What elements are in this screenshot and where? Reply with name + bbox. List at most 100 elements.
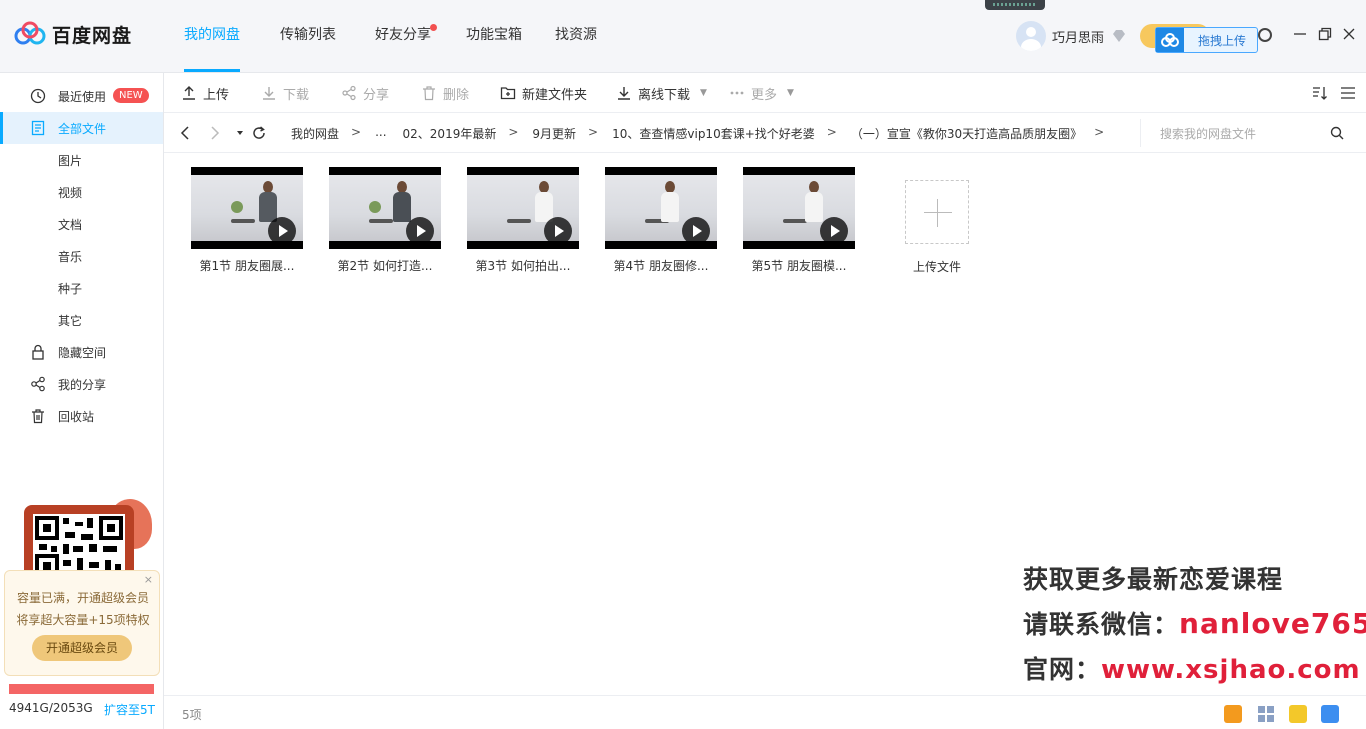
download-icon [263,87,275,100]
video-thumbnail [743,167,855,249]
watermark-line-1: 获取更多最新恋爱课程 [1023,565,1284,594]
drag-upload-label: 拖拽上传 [1198,33,1247,48]
sidebar-item-label: 我的分享 [58,377,107,392]
breadcrumb-item[interactable]: 10、查查情感vip10套课+找个好老婆 [612,125,815,142]
sidebar-item-hidden-space[interactable]: 隐藏空间 [0,336,163,368]
sidebar-item-others[interactable]: 其它 [0,304,163,336]
history-dropdown-icon[interactable] [232,125,248,141]
upload-button[interactable]: 上传 [181,84,229,103]
video-file-item[interactable]: 第2节 如何打造... [329,167,441,274]
sidebar-item-torrents[interactable]: 种子 [0,272,163,304]
nav-tab-friend-share[interactable]: 好友分享 [359,0,447,72]
breadcrumb: 我的网盘 > ... 02、2019年最新 > 9月更新 > 10、查查情感vi… [291,125,1118,142]
sidebar-item-my-shares[interactable]: 我的分享 [0,368,163,400]
file-name: 第2节 如何打造... [337,259,433,273]
expand-storage-link[interactable]: 扩容至5T [104,701,155,718]
nav-tab-transfer-list[interactable]: 传输列表 [264,0,352,72]
forward-arrow-icon[interactable] [206,125,222,141]
breadcrumb-separator: > [508,125,519,139]
refresh-icon[interactable] [251,125,267,141]
sidebar-item-videos[interactable]: 视频 [0,176,163,208]
username[interactable]: 巧月思雨 [1052,27,1104,46]
close-icon[interactable] [1341,26,1357,42]
vip-diamond-icon[interactable] [1112,29,1126,43]
list-view-icon[interactable] [1340,85,1356,101]
new-folder-button[interactable]: 新建文件夹 [500,84,587,103]
user-menu[interactable]: 巧月思雨 [1016,21,1126,51]
share-label: 分享 [363,87,390,103]
nav-tab-find-resources[interactable]: 找资源 [539,0,613,72]
drag-upload-button[interactable]: 拖拽上传 [1155,27,1258,53]
play-icon [268,217,296,245]
lock-icon [32,344,44,360]
breadcrumb-item-current[interactable]: （一）宣宣《教你30天打造高品质朋友圈》 [851,125,1082,142]
video-file-item[interactable]: 第5节 朋友圈模... [743,167,855,274]
watermark-wechat-id: nanlove765 [1179,607,1366,640]
sidebar-item-label: 种子 [58,281,83,296]
sort-icon[interactable] [1312,85,1328,101]
upload-arrow-icon[interactable] [1289,705,1307,723]
video-file-item[interactable]: 第4节 朋友圈修... [605,167,717,274]
search-input[interactable]: 搜索我的网盘文件 [1160,125,1256,142]
restore-icon[interactable] [1317,26,1333,42]
chevron-down-icon[interactable]: ▼ [787,88,794,98]
breadcrumb-item[interactable]: 9月更新 [532,125,576,142]
flower-vase [231,201,243,213]
share-button[interactable]: 分享 [341,84,390,103]
sidebar-item-label: 最近使用 [58,89,107,104]
breadcrumb-item[interactable]: 02、2019年最新 [403,125,497,142]
flower-vase [369,201,381,213]
video-file-item[interactable]: 第3节 如何拍出... [467,167,579,274]
side-table [783,219,807,223]
file-name: 第4节 朋友圈修... [613,259,709,273]
settings-icon[interactable] [1258,28,1272,42]
sidebar-item-all-files[interactable]: 全部文件 [0,112,163,144]
video-file-item[interactable]: 第1节 朋友圈展... [191,167,303,274]
download-button[interactable]: 下载 [261,84,309,103]
offline-download-button[interactable]: 离线下载 ▼ [616,84,707,103]
search-icon[interactable] [1330,126,1344,140]
file-name: 第1节 朋友圈展... [199,259,295,273]
medal-icon[interactable] [1224,705,1242,723]
sidebar: 最近使用 NEW 全部文件 图片 视频 文档 音乐 种子 其它 隐藏空间 我的分… [0,73,164,729]
document-icon [31,120,45,136]
minimize-icon[interactable] [1292,26,1308,42]
lock-icon[interactable] [1321,705,1339,723]
sidebar-item-recent[interactable]: 最近使用 NEW [0,80,163,112]
sidebar-item-docs[interactable]: 文档 [0,208,163,240]
sidebar-item-recycle-bin[interactable]: 回收站 [0,400,163,432]
presenter-figure [661,181,679,233]
breadcrumb-item[interactable]: ... [375,125,386,142]
breadcrumb-item[interactable]: 我的网盘 [291,125,339,142]
promo-close-button[interactable]: × [144,573,153,586]
play-icon [544,217,572,245]
sidebar-item-music[interactable]: 音乐 [0,240,163,272]
promo-text-line2: 将享超大容量+15项特权 [16,613,150,627]
promo-text-line1: 容量已满，开通超级会员 [16,591,149,605]
watermark-site-url: www.xsjhao.com [1101,655,1361,685]
upgrade-vip-button[interactable]: 开通超级会员 [32,635,132,661]
video-thumbnail [467,167,579,249]
back-arrow-icon[interactable] [178,125,194,141]
upload-file-tile[interactable] [905,180,969,244]
delete-button[interactable]: 删除 [421,84,469,103]
app-logo[interactable]: 百度网盘 [14,20,132,48]
share-icon [342,85,356,101]
more-button[interactable]: 更多 ▼ [729,84,794,103]
storage-quota-bar [9,684,154,694]
upload-file-label: 上传文件 [912,260,961,274]
video-thumbnail [191,167,303,249]
sidebar-item-images[interactable]: 图片 [0,144,163,176]
avatar[interactable] [1016,21,1046,51]
video-thumbnail [329,167,441,249]
nav-tab-toolbox[interactable]: 功能宝箱 [450,0,538,72]
sidebar-item-label: 文档 [58,217,83,232]
play-icon [682,217,710,245]
nav-tab-my-disk[interactable]: 我的网盘 [168,0,256,72]
promo-card: × 容量已满，开通超级会员 将享超大容量+15项特权 开通超级会员 [4,570,160,676]
side-table [507,219,531,223]
floating-window-handle[interactable] [985,0,1045,10]
apps-grid-icon[interactable] [1257,705,1275,723]
chevron-down-icon[interactable]: ▼ [700,88,707,98]
clock-icon [30,88,46,104]
